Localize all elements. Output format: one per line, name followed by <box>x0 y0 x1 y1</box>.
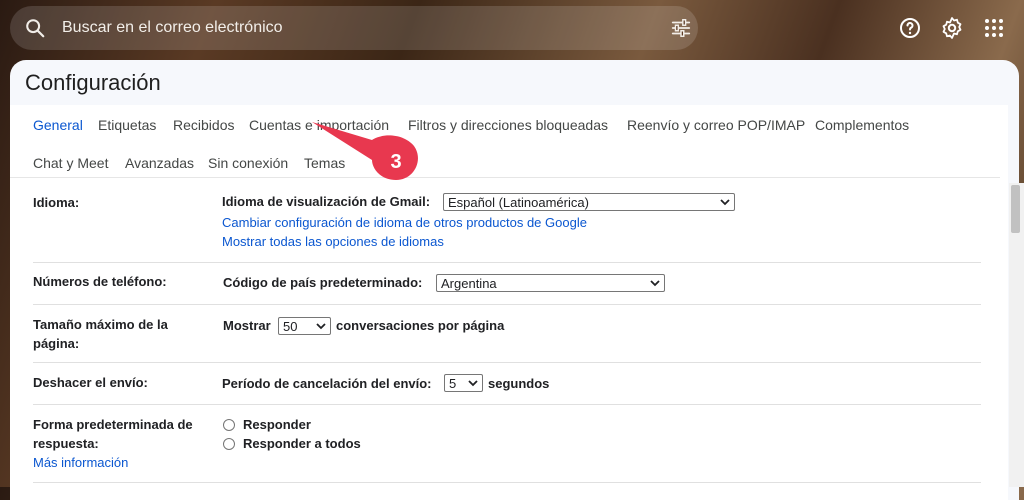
search-bar[interactable]: Buscar en el correo electrónico <box>10 6 698 50</box>
default-reply-label-line1: Forma predeterminada de <box>33 417 193 432</box>
undo-send-suffix: segundos <box>488 376 550 391</box>
tab-filtros[interactable]: Filtros y direcciones bloqueadas <box>408 117 608 133</box>
search-icon[interactable] <box>24 17 46 39</box>
chevron-down-icon <box>650 280 660 287</box>
undo-send-label: Deshacer el envío: <box>33 375 148 390</box>
country-code-select[interactable]: Argentina <box>436 274 665 292</box>
display-language-select[interactable]: Español (Latinoamérica) <box>443 193 735 211</box>
undo-send-value: 5 <box>449 376 457 391</box>
search-input[interactable]: Buscar en el correo electrónico <box>62 19 283 37</box>
tab-chat-meet[interactable]: Chat y Meet <box>33 155 108 171</box>
tab-reenvio-pop-imap[interactable]: Reenvío y correo POP/IMAP <box>627 117 805 133</box>
phone-numbers-label: Números de teléfono: <box>33 274 167 289</box>
chevron-down-icon <box>468 380 478 387</box>
country-code-label: Código de país predeterminado: <box>223 275 423 290</box>
show-all-languages-link[interactable]: Mostrar todas las opciones de idiomas <box>222 234 444 249</box>
row-divider <box>33 404 981 405</box>
page-size-value: 50 <box>283 319 298 334</box>
country-code-value: Argentina <box>441 276 497 291</box>
scrollbar-thumb[interactable] <box>1011 185 1020 233</box>
page-title: Configuración <box>25 70 161 95</box>
display-language-label: Idioma de visualización de Gmail: <box>222 194 431 209</box>
row-divider <box>33 482 981 483</box>
tab-complementos[interactable]: Complementos <box>815 117 909 133</box>
reply-all-option-label[interactable]: Responder a todos <box>243 436 361 451</box>
apps-grid-icon[interactable] <box>982 16 1006 40</box>
tabs-divider <box>10 177 1000 178</box>
help-icon[interactable] <box>898 16 922 40</box>
reply-all-radio[interactable] <box>223 438 235 450</box>
tab-general[interactable]: General <box>33 117 83 133</box>
page-size-suffix: conversaciones por página <box>336 318 505 333</box>
reply-radio[interactable] <box>223 419 235 431</box>
tab-recibidos[interactable]: Recibidos <box>173 117 234 133</box>
default-reply-label-line2: respuesta: <box>33 436 99 451</box>
tab-avanzadas[interactable]: Avanzadas <box>125 155 194 171</box>
display-language-value: Español (Latinoamérica) <box>448 195 589 210</box>
chevron-down-icon <box>720 199 730 206</box>
reply-option-label[interactable]: Responder <box>243 417 311 432</box>
more-info-link[interactable]: Más información <box>33 455 128 470</box>
page-size-label-line1: Tamaño máximo de la <box>33 317 168 332</box>
gear-icon[interactable] <box>940 16 964 40</box>
row-divider <box>33 362 981 363</box>
row-divider <box>33 262 981 263</box>
tab-etiquetas[interactable]: Etiquetas <box>98 117 156 133</box>
tab-sin-conexion[interactable]: Sin conexión <box>208 155 288 171</box>
scrollbar[interactable] <box>1009 183 1024 487</box>
change-google-language-link[interactable]: Cambiar configuración de idioma de otros… <box>222 215 587 230</box>
undo-send-select[interactable]: 5 <box>444 374 483 392</box>
undo-send-period-label: Período de cancelación del envío: <box>222 376 432 391</box>
language-label: Idioma: <box>33 195 80 210</box>
tune-icon[interactable] <box>670 17 692 39</box>
row-divider <box>33 304 981 305</box>
page-size-label-line2: página: <box>33 336 80 351</box>
chevron-down-icon <box>316 323 326 330</box>
page-size-prefix: Mostrar <box>223 318 271 333</box>
annotation-number: 3 <box>390 151 402 173</box>
page-size-select[interactable]: 50 <box>278 317 331 335</box>
